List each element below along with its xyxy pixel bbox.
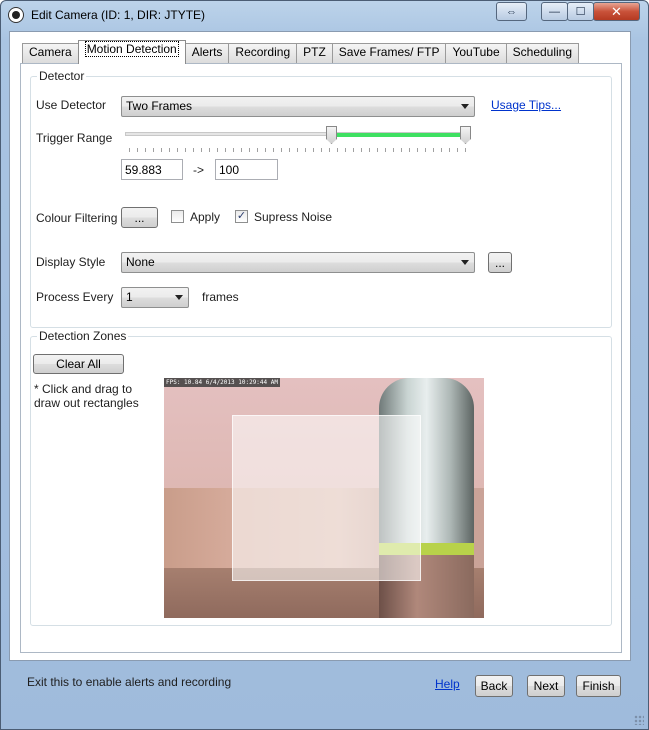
trigger-range-slider[interactable] (125, 124, 471, 154)
chevron-down-icon (461, 104, 469, 109)
slider-selected-range (332, 133, 471, 137)
tab-ptz[interactable]: PTZ (296, 43, 333, 63)
frames-label: frames (202, 290, 239, 304)
camera-preview[interactable]: FPS: 10.84 6/4/2013 10:29:44 AM (164, 378, 484, 618)
title-bar[interactable]: Edit Camera (ID: 1, DIR: JTYTE) ⇔ — ☐ ✕ (1, 1, 648, 29)
trigger-max-input[interactable]: 100 (215, 159, 278, 180)
zones-hint-text: * Click and drag to draw out rectangles (34, 382, 139, 410)
camera-timestamp-overlay: FPS: 10.84 6/4/2013 10:29:44 AM (164, 378, 280, 387)
range-arrow-label: -> (193, 163, 205, 177)
colour-filter-button[interactable]: ... (121, 207, 158, 228)
resize-grip-icon[interactable] (634, 715, 644, 725)
detection-zone-rectangle[interactable] (232, 415, 421, 581)
apply-checkbox[interactable] (171, 210, 184, 223)
tab-motion-detection[interactable]: Motion Detection (77, 40, 186, 64)
trigger-range-label: Trigger Range (36, 131, 113, 145)
tab-youtube[interactable]: YouTube (445, 43, 507, 63)
restore-down-button[interactable]: ⇔ (496, 2, 527, 21)
next-button[interactable]: Next (527, 675, 565, 697)
process-every-label: Process Every (36, 290, 114, 304)
use-detector-label: Use Detector (36, 98, 107, 112)
usage-tips-link[interactable]: Usage Tips... (491, 98, 561, 112)
slider-high-thumb[interactable] (460, 126, 471, 144)
detector-group-title: Detector (37, 69, 87, 83)
minimize-icon: — (549, 5, 560, 18)
clear-all-button[interactable]: Clear All (33, 354, 124, 374)
colour-filtering-label: Colour Filtering (36, 211, 118, 225)
eye-icon (8, 7, 24, 23)
chevron-down-icon (461, 260, 469, 265)
checkmark-icon: ✓ (236, 210, 247, 222)
use-detector-select[interactable]: Two Frames (121, 96, 475, 117)
supress-noise-label: Supress Noise (254, 210, 333, 224)
process-every-value: 1 (126, 290, 133, 304)
motion-detection-panel: Detector Use Detector Two Frames Usage T… (20, 63, 622, 653)
status-text: Exit this to enable alerts and recording (27, 675, 232, 689)
help-link[interactable]: Help (435, 677, 460, 691)
use-detector-value: Two Frames (126, 99, 193, 113)
finish-button[interactable]: Finish (576, 675, 621, 697)
trigger-min-input[interactable]: 59.883 (121, 159, 183, 180)
window-title: Edit Camera (ID: 1, DIR: JTYTE) (31, 8, 206, 22)
supress-noise-checkbox[interactable]: ✓ (235, 210, 248, 223)
display-style-value: None (126, 255, 155, 269)
dialog-footer: Exit this to enable alerts and recording… (9, 663, 631, 719)
maximize-icon: ☐ (575, 6, 586, 18)
restore-icon: ⇔ (506, 5, 517, 18)
tab-alerts[interactable]: Alerts (184, 43, 230, 63)
tab-recording[interactable]: Recording (228, 43, 298, 63)
tab-camera[interactable]: Camera (22, 43, 79, 63)
chevron-down-icon (175, 295, 183, 300)
dialog-client-area: Camera Motion Detection Alerts Recording… (9, 31, 631, 661)
close-button[interactable]: ✕ (593, 2, 640, 21)
minimize-button[interactable]: — (541, 2, 568, 21)
maximize-button[interactable]: ☐ (567, 2, 594, 21)
detection-zones-title: Detection Zones (37, 329, 129, 343)
slider-low-thumb[interactable] (326, 126, 337, 144)
slider-ticks (129, 148, 469, 152)
process-every-select[interactable]: 1 (121, 287, 189, 308)
edit-camera-window: Edit Camera (ID: 1, DIR: JTYTE) ⇔ — ☐ ✕ … (0, 0, 649, 730)
tab-scheduling[interactable]: Scheduling (505, 43, 580, 63)
display-style-options-button[interactable]: ... (488, 252, 512, 273)
tab-strip: Camera Motion Detection Alerts Recording… (22, 40, 580, 64)
display-style-select[interactable]: None (121, 252, 475, 273)
apply-label: Apply (190, 210, 221, 224)
display-style-label: Display Style (36, 255, 106, 269)
back-button[interactable]: Back (475, 675, 513, 697)
close-icon: ✕ (611, 3, 622, 19)
tab-save-frames-ftp[interactable]: Save Frames/ FTP (331, 43, 447, 63)
